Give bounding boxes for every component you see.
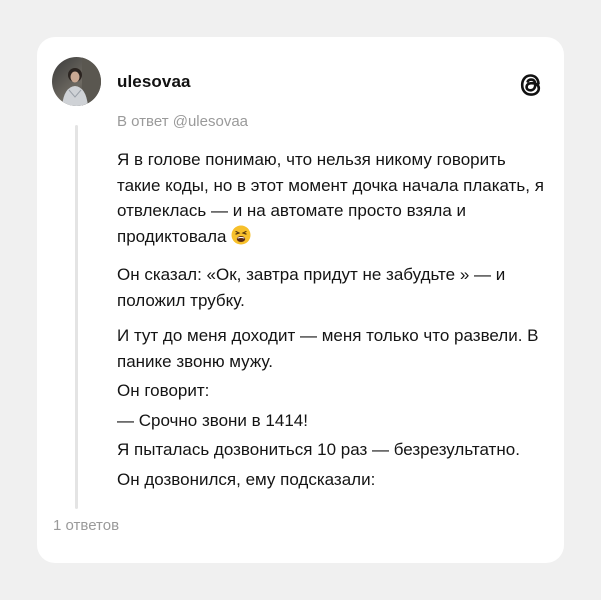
reply-to-label: В ответ @ulesovaa bbox=[117, 113, 249, 130]
post-paragraph-text: Я в голове понимаю, что нельзя никому го… bbox=[117, 150, 544, 246]
post-paragraph: И тут до меня доходит — меня только что … bbox=[117, 326, 539, 371]
username[interactable]: ulesovaa bbox=[117, 72, 191, 92]
weary-face-emoji-icon bbox=[231, 225, 251, 253]
post-paragraph: Он сказал: «Ок, завтра придут не забудьт… bbox=[117, 265, 506, 310]
replies-count[interactable]: 1 ответов bbox=[53, 517, 119, 534]
post-paragraph: Я в голове понимаю, что нельзя никому го… bbox=[117, 147, 547, 252]
avatar[interactable] bbox=[52, 57, 101, 106]
post-paragraph: — Срочно звони в 1414! bbox=[117, 410, 308, 430]
thread-line bbox=[75, 125, 78, 509]
threads-logo-icon[interactable] bbox=[517, 70, 545, 100]
post-card: ulesovaa В ответ @ulesovaa Я в голове по… bbox=[37, 37, 564, 563]
post-paragraph: Я пыталась дозвониться 10 раз — безрезул… bbox=[117, 440, 520, 459]
post-body: Я в голове понимаю, что нельзя никому го… bbox=[117, 147, 547, 507]
post-paragraph: Он говорит: bbox=[117, 381, 210, 400]
post-paragraph: Он дозвонился, ему подсказали: bbox=[117, 469, 376, 489]
